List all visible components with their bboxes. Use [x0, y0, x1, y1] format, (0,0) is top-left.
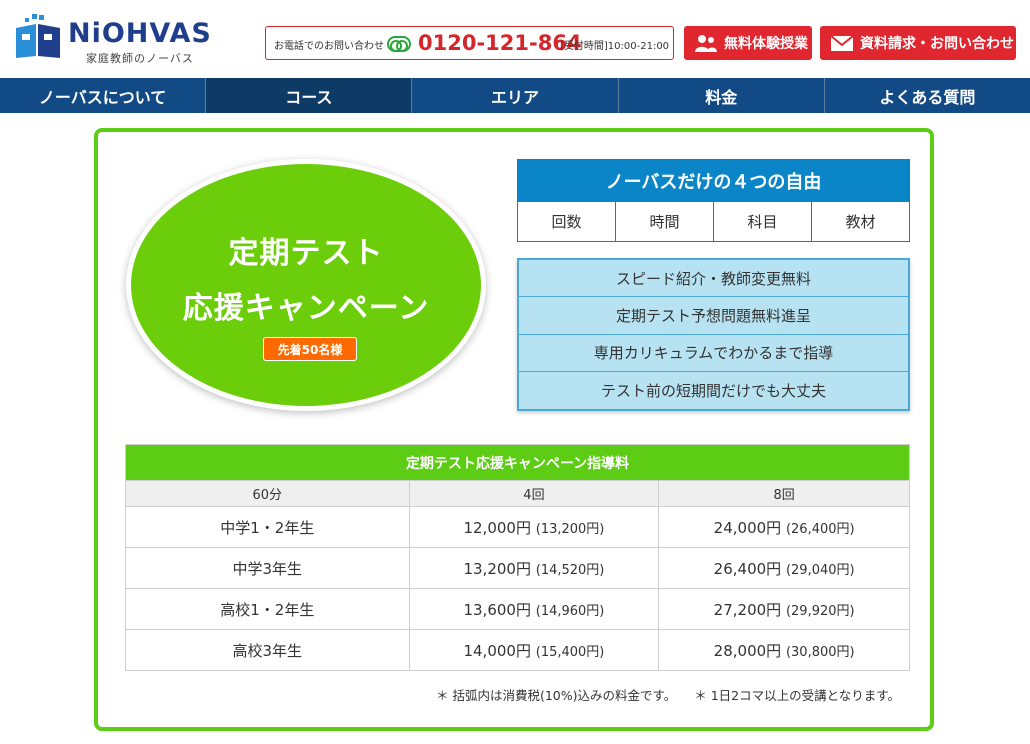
price-table: 定期テスト応援キャンペーン指導料 60分 4回 8回 中学1・2年生 12,00…	[125, 444, 910, 671]
price-tax: (15,400円)	[535, 644, 605, 660]
logo-wordmark: NiOHVAS	[68, 18, 212, 49]
table-row: 中学1・2年生 12,000円 (13,200円) 24,000円 (26,40…	[125, 506, 910, 548]
mail-icon	[830, 35, 854, 51]
nav-item-pricing[interactable]: 料金	[618, 78, 825, 113]
tax-note: ＊ 括弧内は消費税(10%)込みの料金です。	[435, 688, 677, 703]
price-tax: (29,040円)	[785, 562, 855, 578]
free-dial-icon	[387, 36, 411, 52]
campaign-banner: 定期テスト 応援キャンペーン 先着50名様	[126, 159, 486, 411]
price-value: 24,000円	[713, 518, 782, 537]
price-tax: (26,400円)	[785, 521, 855, 537]
free-trial-button[interactable]: 無料体験授業	[684, 26, 812, 60]
feature-item: 専用カリキュラムでわかるまで指導	[519, 335, 908, 372]
freedom-item: 時間	[616, 202, 714, 241]
price-value: 28,000円	[713, 641, 782, 660]
nav-item-area[interactable]: エリア	[412, 78, 619, 113]
four-freedoms-title: ノーバスだけの４つの自由	[518, 160, 909, 202]
price-value: 12,000円	[463, 518, 531, 537]
feature-item: スピード紹介・教師変更無料	[519, 260, 908, 298]
campaign-title-line2: 応援キャンペーン	[182, 291, 430, 326]
price-table-caption: 定期テスト応援キャンペーン指導料	[125, 444, 910, 481]
phone-hours: [受付時間]10:00-21:00	[560, 41, 670, 52]
header-duration: 60分	[125, 480, 410, 507]
free-trial-label: 無料体験授業	[724, 36, 808, 52]
session-note: ＊ 1日2コマ以上の受講となります。	[694, 688, 900, 703]
campaign-card: 定期テスト 応援キャンペーン 先着50名様 ノーバスだけの４つの自由 回数 時間…	[94, 128, 934, 731]
price-value: 26,400円	[713, 559, 782, 578]
price-tax: (14,520円)	[535, 562, 605, 578]
logo-book-icon	[16, 14, 60, 58]
price-cell: 13,600円 (14,960円)	[408, 588, 660, 630]
freedom-item: 回数	[518, 202, 616, 241]
table-row: 高校1・2年生 13,600円 (14,960円) 27,200円 (29,92…	[125, 588, 910, 630]
grade-cell: 中学3年生	[125, 547, 410, 589]
price-cell: 28,000円 (30,800円)	[658, 629, 910, 671]
grade-cell: 中学1・2年生	[125, 506, 410, 548]
freedom-item: 科目	[714, 202, 812, 241]
price-value: 14,000円	[463, 641, 531, 660]
price-value: 27,200円	[713, 600, 782, 619]
limited-badge: 先着50名様	[263, 337, 357, 361]
feature-item: テスト前の短期間だけでも大丈夫	[600, 381, 826, 400]
request-info-label: 資料請求・お問い合わせ	[860, 36, 1014, 52]
price-cell: 26,400円 (29,040円)	[658, 547, 910, 589]
price-cell: 27,200円 (29,920円)	[658, 588, 910, 630]
campaign-title-line1: 定期テスト	[228, 236, 384, 271]
price-cell: 14,000円 (15,400円)	[408, 629, 660, 671]
site-logo[interactable]: NiOHVAS 家庭教師のノーバス	[14, 10, 219, 65]
header-4-sessions: 4回	[408, 480, 660, 507]
four-freedoms-box: ノーバスだけの４つの自由 回数 時間 科目 教材	[517, 159, 910, 242]
features-list: スピード紹介・教師変更無料 定期テスト予想問題無料進呈 専用カリキュラムでわかる…	[517, 258, 910, 411]
logo-tagline: 家庭教師のノーバス	[86, 52, 194, 65]
price-value: 13,200円	[463, 559, 531, 578]
price-tax: (13,200円)	[535, 521, 605, 537]
price-cell: 12,000円 (13,200円)	[408, 506, 660, 548]
phone-number[interactable]: 0120-121-864	[418, 31, 582, 55]
price-tax: (29,920円)	[785, 603, 855, 619]
price-value: 13,600円	[463, 600, 531, 619]
phone-contact-box[interactable]: お電話でのお問い合わせ 0120-121-864 [受付時間]10:00-21:…	[265, 26, 674, 60]
price-cell: 13,200円 (14,520円)	[408, 547, 660, 589]
freedom-item: 教材	[845, 213, 876, 231]
table-row: 高校3年生 14,000円 (15,400円) 28,000円 (30,800円…	[125, 629, 910, 671]
nav-item-course[interactable]: コース	[206, 78, 413, 113]
price-cell: 24,000円 (26,400円)	[658, 506, 910, 548]
phone-label: お電話でのお問い合わせ	[274, 41, 384, 52]
nav-item-about[interactable]: ノーバスについて	[0, 78, 207, 113]
table-row: 中学3年生 13,200円 (14,520円) 26,400円 (29,040円…	[125, 547, 910, 589]
request-info-button[interactable]: 資料請求・お問い合わせ	[820, 26, 1016, 60]
header-8-sessions: 8回	[658, 480, 910, 507]
grade-cell: 高校1・2年生	[125, 588, 410, 630]
users-icon	[695, 35, 717, 52]
price-notes: ＊ 括弧内は消費税(10%)込みの料金です。 ＊ 1日2コマ以上の受講となります。	[436, 685, 900, 704]
grade-cell: 高校3年生	[125, 629, 410, 671]
price-tax: (30,800円)	[785, 644, 855, 660]
nav-item-faq[interactable]: よくある質問	[824, 78, 1030, 113]
feature-item: 定期テスト予想問題無料進呈	[519, 297, 908, 335]
site-header: NiOHVAS 家庭教師のノーバス お電話でのお問い合わせ 0120-121-8…	[0, 0, 1030, 78]
price-tax: (14,960円)	[535, 603, 605, 619]
main-nav: ノーバスについて コース エリア 料金 よくある質問	[0, 78, 1030, 113]
